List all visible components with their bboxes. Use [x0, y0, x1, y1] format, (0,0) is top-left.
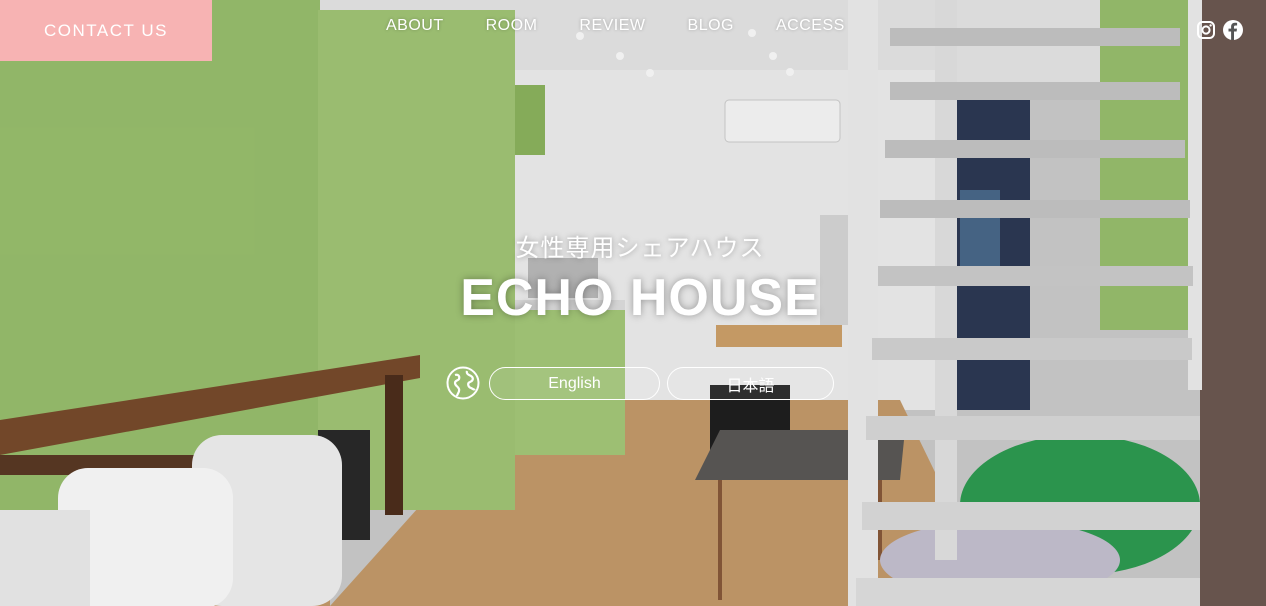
language-english-button[interactable]: English — [489, 367, 660, 400]
instagram-icon[interactable] — [1196, 20, 1216, 40]
social-links — [1196, 20, 1243, 40]
nav-item-room[interactable]: ROOM — [486, 17, 538, 35]
hero-subtitle: 女性専用シェアハウス — [515, 235, 765, 262]
main-nav: ABOUT ROOM REVIEW BLOG ACCESS — [365, 17, 866, 35]
contact-us-button[interactable]: CONTACT US — [0, 0, 212, 61]
facebook-icon[interactable] — [1223, 20, 1243, 40]
nav-item-blog[interactable]: BLOG — [688, 17, 734, 35]
nav-item-about[interactable]: ABOUT — [386, 17, 444, 35]
nav-item-review[interactable]: REVIEW — [579, 17, 645, 35]
hero-title: ECHO HOUSE — [460, 269, 820, 327]
language-japanese-button[interactable]: 日本語 — [667, 367, 834, 400]
globe-icon — [446, 366, 480, 400]
nav-item-access[interactable]: ACCESS — [776, 17, 845, 35]
hero-section: CONTACT US ABOUT ROOM REVIEW BLOG ACCESS… — [0, 0, 1266, 606]
